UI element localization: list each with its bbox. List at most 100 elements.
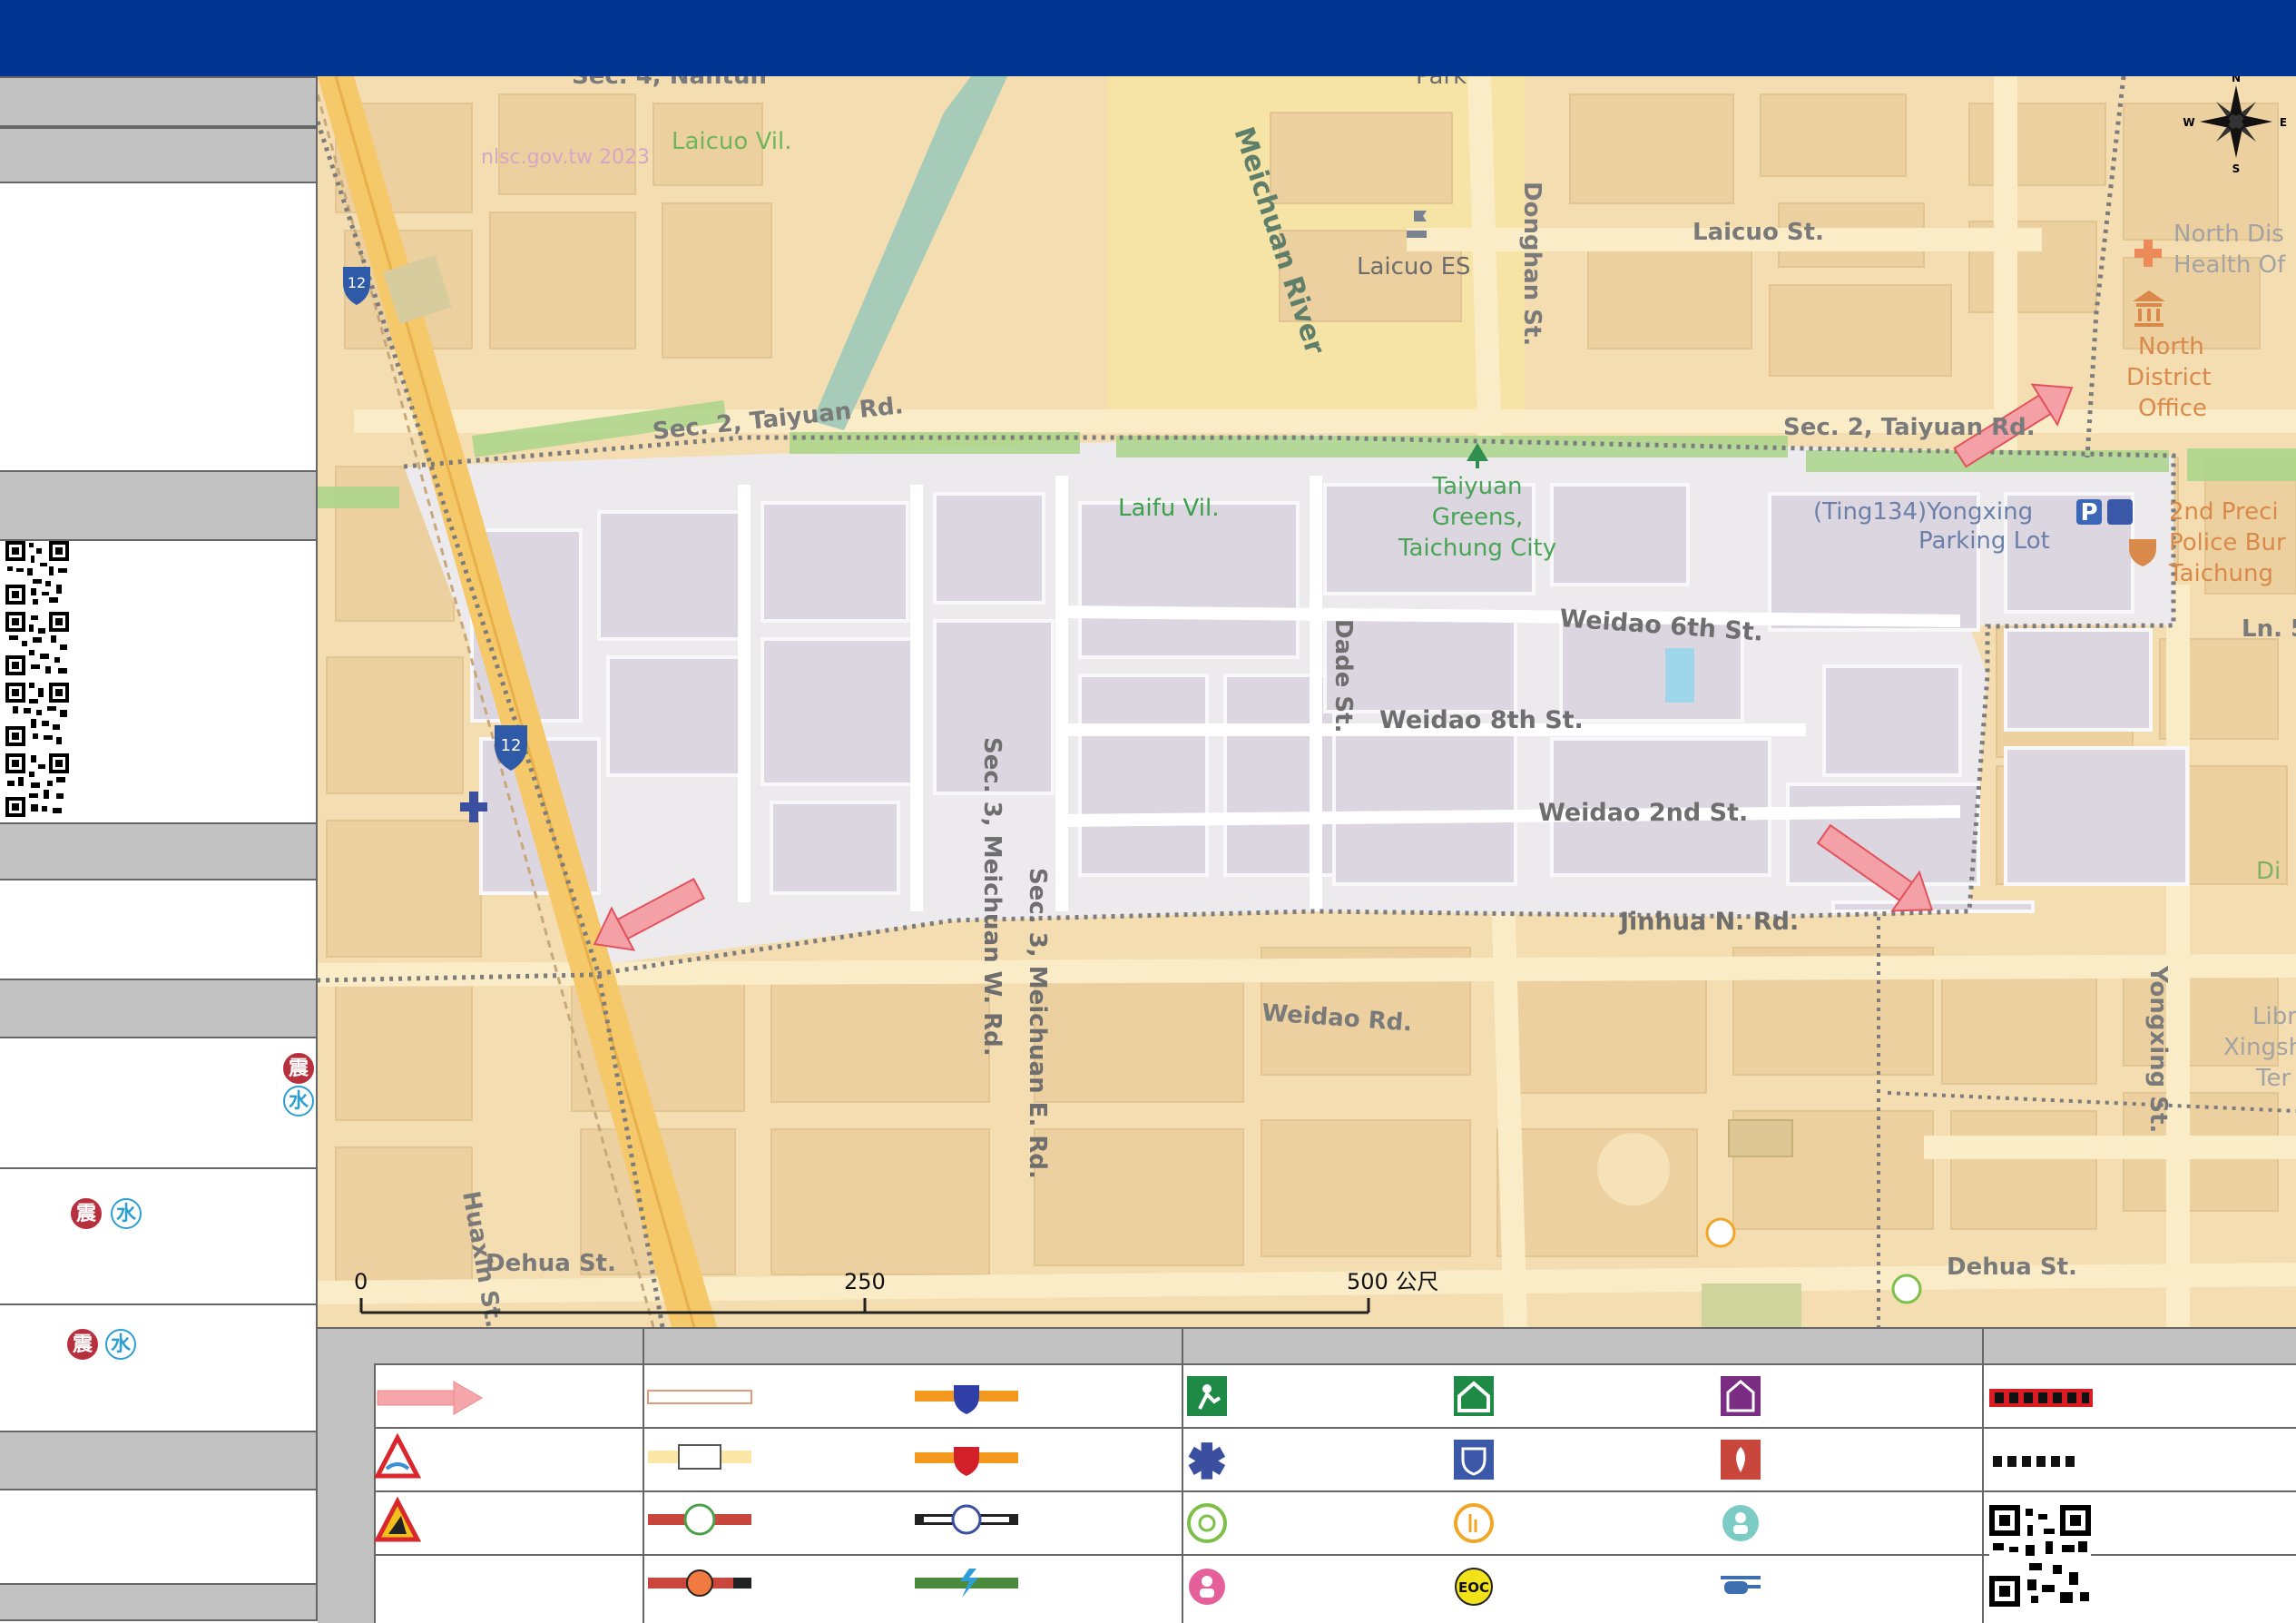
qr-code-2 (5, 612, 69, 675)
roundabout (1597, 1133, 1670, 1205)
sidebar-header-1 (0, 76, 316, 127)
sidebar-header-2 (0, 127, 316, 183)
ems-icon (1188, 1442, 1226, 1480)
watermark: nlsc.gov.tw 2023 (481, 146, 650, 169)
map-canvas: 12 12 Sec. 4, Nantun Sec. 2, Taiyuan Rd.… (318, 76, 2296, 1327)
parking-label: (Ting134)Yongxing (1813, 498, 2033, 526)
power-station-symbol (915, 1569, 1018, 1598)
road-label: Weidao 8th St. (1379, 706, 1584, 734)
svg-text:Taichung: Taichung (2168, 560, 2273, 587)
village-label: Laicuo Vil. (672, 128, 792, 155)
map-legend: EOC (318, 1327, 2296, 1623)
sidebar-header-3 (0, 822, 316, 880)
sidebar-header-qr (0, 470, 316, 541)
svg-text:12: 12 (348, 274, 366, 291)
svg-text:Parking Lot: Parking Lot (1918, 527, 2050, 555)
svg-text:P: P (2080, 499, 2097, 526)
school-shelter-symbol (648, 1569, 751, 1597)
svg-text:Taichung City: Taichung City (1398, 535, 1556, 562)
rail-station-symbol (915, 1504, 1018, 1535)
svg-text:Police Bur: Police Bur (2169, 529, 2286, 556)
sidebar-divider (0, 1167, 316, 1169)
eoc-icon: EOC (1455, 1568, 1493, 1606)
road-label: Dehua St. (1947, 1254, 2077, 1281)
sidebar-divider (0, 1303, 316, 1305)
evacuation-map[interactable]: 12 12 Sec. 4, Nantun Sec. 2, Taiyuan Rd.… (318, 76, 2296, 1327)
svg-text:Taiyuan: Taiyuan (1431, 473, 1522, 500)
svg-text:Greens,: Greens, (1432, 504, 1524, 531)
info-sidebar: 震 水 震 水 震 水 (0, 76, 318, 1621)
qr-code-group[interactable] (5, 541, 71, 822)
water-badge: 水 (283, 1086, 314, 1116)
landslide-warning-icon (373, 1496, 422, 1542)
emergency-exit-icon (1187, 1376, 1227, 1416)
road-label: Dade St. (1330, 619, 1357, 733)
road-label: Donghan St. (1518, 182, 1545, 346)
police-station-icon (1454, 1440, 1494, 1480)
svg-text:North: North (2138, 333, 2204, 360)
svg-text:Office: Office (2138, 395, 2207, 422)
road-label: Yongxing St. (2144, 965, 2172, 1133)
svg-text:Di: Di (2256, 858, 2281, 885)
road-label: Jinhua N. Rd. (1618, 908, 1799, 936)
park-plot (1702, 1284, 1801, 1327)
elderly-care-icon (1705, 1217, 1736, 1248)
park-shelter-symbol (648, 1503, 751, 1536)
road-label: Dehua St. (486, 1250, 616, 1277)
svg-text:2nd Preci: 2nd Preci (2169, 498, 2279, 526)
svg-text:District: District (2126, 364, 2211, 391)
evacuation-arrow-symbol (377, 1381, 483, 1415)
qr-code-3 (5, 683, 69, 746)
legend-symbols: EOC (373, 1376, 2093, 1607)
road-label: Laicuo St. (1693, 219, 1824, 246)
hazard-warning-icon (373, 1432, 422, 1479)
svg-text:EOC: EOC (1458, 1579, 1489, 1596)
road-label: Sec. 3, Meichuan E. Rd. (1024, 868, 1051, 1179)
quake-badge: 震 (283, 1053, 314, 1084)
road-label: Sec. 2, Taiyuan Rd. (1783, 414, 2036, 441)
village-label: Laifu Vil. (1118, 495, 1219, 522)
sidebar-header-6 (0, 1583, 316, 1621)
helicopter-icon (1721, 1576, 1761, 1594)
svg-text:N: N (2232, 76, 2241, 84)
fire-shield-symbol (915, 1447, 1018, 1476)
svg-text:Health Of: Health Of (2173, 251, 2286, 279)
fire-station-icon (1721, 1440, 1761, 1480)
police-shield-symbol (915, 1385, 1018, 1414)
svg-text:North Dis: North Dis (2173, 221, 2284, 248)
water-badge: 水 (111, 1198, 142, 1229)
elderly-care-icon (1454, 1503, 1494, 1543)
water-badge: 水 (105, 1329, 136, 1360)
svg-text:Ter: Ter (2255, 1065, 2291, 1092)
childcare-icon (1722, 1505, 1759, 1541)
svg-text:Xingsh: Xingsh (2223, 1034, 2296, 1061)
svg-text:Libr: Libr (2252, 1003, 2296, 1030)
road-label: Ln. 5 (2242, 615, 2296, 643)
sidebar-header-5 (0, 1431, 316, 1490)
road-label: Sec. 3, Meichuan W. Rd. (978, 737, 1006, 1057)
svg-text:W: W (2183, 116, 2194, 129)
shelter-symbol (648, 1444, 751, 1470)
social-welfare-icon (1721, 1376, 1761, 1416)
women-children-icon (1189, 1569, 1225, 1605)
scale-tick-label: 250 (844, 1269, 886, 1294)
quake-badge: 震 (67, 1329, 98, 1360)
qr-code-4 (5, 753, 69, 817)
evacuation-boundary-symbol (1989, 1389, 2093, 1407)
qr-code-1 (5, 541, 69, 605)
building-block (1728, 1119, 1793, 1157)
scale-tick-label: 500 公尺 (1347, 1269, 1438, 1294)
accessibility-icon (1187, 1503, 1227, 1543)
police-icon (2107, 499, 2133, 525)
svg-text:12: 12 (501, 736, 522, 755)
village-boundary-symbol (1993, 1456, 2075, 1467)
quake-badge: 震 (71, 1198, 102, 1229)
sidebar-header-4 (0, 979, 316, 1038)
svg-text:S: S (2232, 162, 2241, 175)
shelter-symbol (647, 1390, 752, 1404)
park-label: Park (1416, 76, 1467, 90)
title-bar (0, 0, 2296, 76)
road-label: Sec. 4, Nantun (572, 76, 767, 90)
legend-qr-code (1989, 1505, 2091, 1607)
pool (1665, 648, 1694, 703)
